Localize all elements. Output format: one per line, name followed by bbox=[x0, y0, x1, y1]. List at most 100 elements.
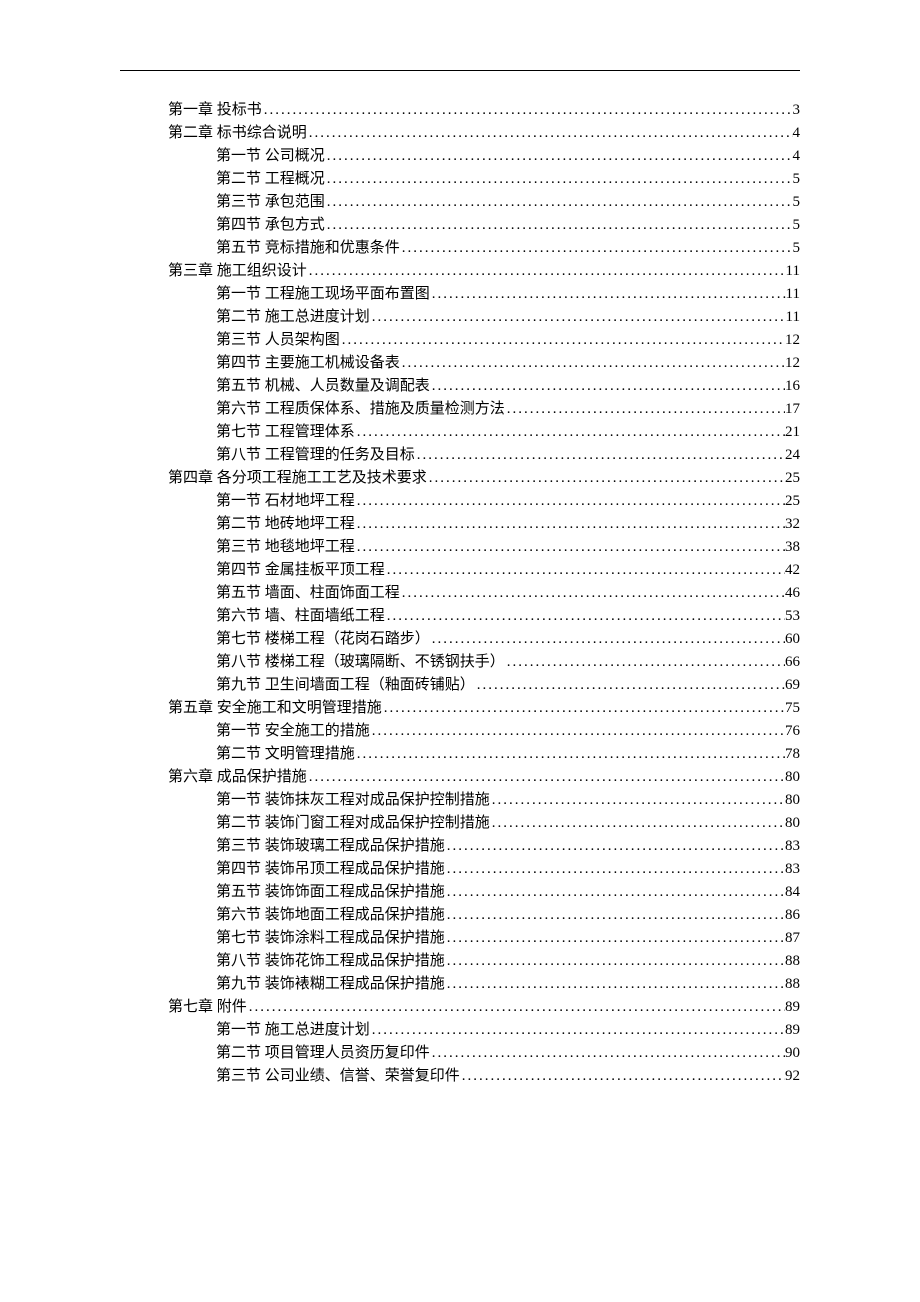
toc-leader-dots bbox=[445, 973, 785, 996]
toc-entry-page: 17 bbox=[785, 398, 800, 421]
toc-leader-dots bbox=[400, 582, 785, 605]
toc-entry-label: 第二章 标书综合说明 bbox=[168, 122, 307, 145]
toc-entry-page: 12 bbox=[785, 329, 800, 352]
toc-entry: 第八节 装饰花饰工程成品保护措施 88 bbox=[120, 950, 800, 973]
toc-entry-label: 第五节 装饰饰面工程成品保护措施 bbox=[216, 881, 445, 904]
toc-entry-label: 第一节 工程施工现场平面布置图 bbox=[216, 283, 430, 306]
toc-entry-page: 5 bbox=[793, 191, 801, 214]
toc-entry-page: 16 bbox=[785, 375, 800, 398]
toc-entry: 第一章 投标书 3 bbox=[120, 99, 800, 122]
toc-entry: 第二节 项目管理人员资历复印件90 bbox=[120, 1042, 800, 1065]
toc-entry-label: 第一节 石材地坪工程 bbox=[216, 490, 355, 513]
toc-entry-label: 第五节 机械、人员数量及调配表 bbox=[216, 375, 430, 398]
toc-entry: 第一节 安全施工的措施 76 bbox=[120, 720, 800, 743]
toc-entry: 第二节 施工总进度计划11 bbox=[120, 306, 800, 329]
toc-entry: 第六章 成品保护措施80 bbox=[120, 766, 800, 789]
toc-entry: 第二节 装饰门窗工程对成品保护控制措施80 bbox=[120, 812, 800, 835]
toc-entry-page: 21 bbox=[785, 421, 800, 444]
toc-entry-page: 42 bbox=[785, 559, 800, 582]
toc-entry-label: 第一节 装饰抹灰工程对成品保护控制措施 bbox=[216, 789, 490, 812]
toc-leader-dots bbox=[445, 858, 785, 881]
toc-entry-page: 78 bbox=[785, 743, 800, 766]
toc-entry-page: 88 bbox=[785, 973, 800, 996]
toc-entry-page: 88 bbox=[785, 950, 800, 973]
toc-leader-dots bbox=[325, 168, 793, 191]
toc-leader-dots bbox=[262, 99, 793, 122]
toc-entry-page: 87 bbox=[785, 927, 800, 950]
toc-entry-label: 第四节 装饰吊顶工程成品保护措施 bbox=[216, 858, 445, 881]
toc-entry-page: 75 bbox=[785, 697, 800, 720]
toc-entry: 第九节 装饰裱糊工程成品保护措施88 bbox=[120, 973, 800, 996]
toc-leader-dots bbox=[355, 490, 785, 513]
toc-entry-page: 11 bbox=[786, 283, 800, 306]
toc-entry-page: 12 bbox=[785, 352, 800, 375]
toc-entry-page: 11 bbox=[786, 306, 800, 329]
toc-leader-dots bbox=[382, 697, 785, 720]
toc-entry: 第七章 附件89 bbox=[120, 996, 800, 1019]
toc-entry-label: 第四节 金属挂板平顶工程 bbox=[216, 559, 385, 582]
toc-entry: 第三节 地毯地坪工程38 bbox=[120, 536, 800, 559]
toc-leader-dots bbox=[490, 789, 785, 812]
toc-entry-label: 第五节 竞标措施和优惠条件 bbox=[216, 237, 400, 260]
toc-entry-page: 3 bbox=[793, 99, 801, 122]
toc-entry-label: 第一章 投标书 bbox=[168, 99, 262, 122]
toc-entry-label: 第六章 成品保护措施 bbox=[168, 766, 307, 789]
toc-entry-page: 69 bbox=[785, 674, 800, 697]
toc-leader-dots bbox=[475, 674, 785, 697]
toc-leader-dots bbox=[430, 628, 785, 651]
toc-entry-label: 第一节 施工总进度计划 bbox=[216, 1019, 370, 1042]
toc-leader-dots bbox=[325, 145, 793, 168]
toc-leader-dots bbox=[307, 766, 785, 789]
toc-leader-dots bbox=[445, 927, 785, 950]
toc-entry-label: 第八节 装饰花饰工程成品保护措施 bbox=[216, 950, 445, 973]
toc-entry-label: 第九节 卫生间墙面工程（釉面砖铺贴） bbox=[216, 674, 475, 697]
toc-entry-label: 第四章 各分项工程施工工艺及技术要求 bbox=[168, 467, 427, 490]
toc-entry-page: 83 bbox=[785, 858, 800, 881]
toc-entry: 第五章 安全施工和文明管理措施75 bbox=[120, 697, 800, 720]
toc-entry-page: 32 bbox=[785, 513, 800, 536]
toc-leader-dots bbox=[307, 122, 793, 145]
toc-entry-label: 第七章 附件 bbox=[168, 996, 247, 1019]
toc-entry-label: 第三节 承包范围 bbox=[216, 191, 325, 214]
toc-entry: 第一节 石材地坪工程25 bbox=[120, 490, 800, 513]
toc-entry-page: 24 bbox=[785, 444, 800, 467]
toc-entry: 第四节 金属挂板平顶工程 42 bbox=[120, 559, 800, 582]
toc-entry-page: 66 bbox=[785, 651, 800, 674]
toc-entry: 第六节 工程质保体系、措施及质量检测方法17 bbox=[120, 398, 800, 421]
toc-entry-label: 第五节 墙面、柱面饰面工程 bbox=[216, 582, 400, 605]
document-page: 第一章 投标书3第二章 标书综合说明4第一节 公司概况4第二节 工程概况5第三节… bbox=[0, 0, 920, 1302]
toc-entry: 第五节 装饰饰面工程成品保护措施84 bbox=[120, 881, 800, 904]
toc-entry: 第四节 主要施工机械设备表12 bbox=[120, 352, 800, 375]
toc-leader-dots bbox=[370, 306, 786, 329]
toc-entry-page: 5 bbox=[793, 237, 801, 260]
toc-entry: 第一节 公司概况4 bbox=[120, 145, 800, 168]
table-of-contents: 第一章 投标书3第二章 标书综合说明4第一节 公司概况4第二节 工程概况5第三节… bbox=[120, 99, 800, 1088]
toc-entry-page: 60 bbox=[785, 628, 800, 651]
toc-entry: 第二节 文明管理措施78 bbox=[120, 743, 800, 766]
toc-entry-page: 4 bbox=[793, 122, 801, 145]
toc-entry: 第三节 装饰玻璃工程成品保护措施83 bbox=[120, 835, 800, 858]
toc-entry: 第三节 公司业绩、信誉、荣誉复印件92 bbox=[120, 1065, 800, 1088]
toc-leader-dots bbox=[370, 720, 785, 743]
toc-leader-dots bbox=[247, 996, 785, 1019]
toc-entry-page: 53 bbox=[785, 605, 800, 628]
toc-entry-label: 第二节 装饰门窗工程对成品保护控制措施 bbox=[216, 812, 490, 835]
header-rule bbox=[120, 70, 800, 71]
toc-leader-dots bbox=[385, 605, 785, 628]
toc-entry: 第七节 楼梯工程（花岗石踏步）60 bbox=[120, 628, 800, 651]
toc-entry: 第六节 墙、柱面墙纸工程 53 bbox=[120, 605, 800, 628]
toc-entry: 第一节 施工总进度计划89 bbox=[120, 1019, 800, 1042]
toc-entry-label: 第六节 墙、柱面墙纸工程 bbox=[216, 605, 385, 628]
toc-entry-label: 第三节 装饰玻璃工程成品保护措施 bbox=[216, 835, 445, 858]
toc-entry-page: 76 bbox=[785, 720, 800, 743]
toc-entry-label: 第七节 工程管理体系 bbox=[216, 421, 355, 444]
toc-leader-dots bbox=[430, 1042, 785, 1065]
toc-entry-label: 第二节 项目管理人员资历复印件 bbox=[216, 1042, 430, 1065]
toc-entry: 第一节 工程施工现场平面布置图 11 bbox=[120, 283, 800, 306]
toc-entry-page: 4 bbox=[793, 145, 801, 168]
toc-entry: 第三节 承包范围 5 bbox=[120, 191, 800, 214]
toc-entry: 第五节 机械、人员数量及调配表 16 bbox=[120, 375, 800, 398]
toc-leader-dots bbox=[415, 444, 785, 467]
toc-entry-label: 第一节 安全施工的措施 bbox=[216, 720, 370, 743]
toc-entry-page: 5 bbox=[793, 214, 801, 237]
